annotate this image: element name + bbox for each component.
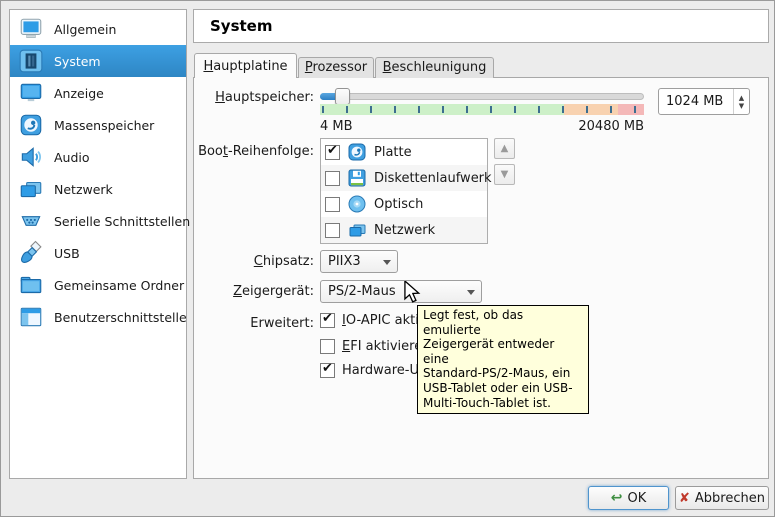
sidebar-item-massenspeicher[interactable]: Massenspeicher <box>10 109 186 141</box>
motherboard-tab-pane: Hauptspeicher: 4 MB 20480 MB 1024 MB ▲▼ … <box>193 77 769 479</box>
boot-item-label: Optisch <box>374 197 423 212</box>
arrow-up-icon: ▲ <box>501 143 509 154</box>
vm-settings-dialog: Allgemein System Anzeige Massenspeicher … <box>0 0 775 517</box>
boot-order-label: Boot-Reihenfolge: <box>194 144 314 159</box>
chevron-down-icon <box>467 290 475 295</box>
sidebar-item-label: Anzeige <box>54 86 104 101</box>
hardware-clock-checkbox[interactable] <box>320 363 335 378</box>
slider-groove[interactable] <box>320 93 644 100</box>
sidebar-item-label: Benutzerschnittstelle <box>54 310 187 325</box>
sidebar-item-benutzerschnittstelle[interactable]: Benutzerschnittstelle <box>10 301 186 333</box>
mouse-cursor-icon <box>403 281 423 303</box>
pointing-device-dropdown[interactable]: PS/2-Maus <box>320 280 482 303</box>
network-icon <box>18 176 44 202</box>
chipset-value: PIIX3 <box>328 254 361 269</box>
settings-category-list: Allgemein System Anzeige Massenspeicher … <box>9 9 187 479</box>
sidebar-item-allgemein[interactable]: Allgemein <box>10 13 186 45</box>
boot-item-diskettenlaufwerk[interactable]: Diskettenlaufwerk <box>321 165 487 191</box>
serial-ports-icon <box>18 208 44 234</box>
boot-item-label: Diskettenlaufwerk <box>374 171 492 186</box>
boot-checkbox[interactable] <box>325 223 340 238</box>
boot-move-up-button[interactable]: ▲ <box>494 138 515 159</box>
memory-scale <box>320 104 644 115</box>
boot-item-platte[interactable]: Platte <box>321 139 487 165</box>
io-apic-checkbox-row[interactable]: IO-APIC aktivi <box>320 313 430 328</box>
memory-label: Hauptspeicher: <box>194 90 314 105</box>
sidebar-item-label: Gemeinsame Ordner <box>54 278 184 293</box>
advanced-label: Erweitert: <box>194 316 314 331</box>
ok-button-label: OK <box>627 491 646 506</box>
boot-order-list: Platte Diskettenlaufwerk Optisch Netzwer… <box>320 138 488 244</box>
sidebar-item-usb[interactable]: USB <box>10 237 186 269</box>
sidebar-item-label: Massenspeicher <box>54 118 154 133</box>
sidebar-item-gemeinsame-ordner[interactable]: Gemeinsame Ordner <box>10 269 186 301</box>
user-interface-icon <box>18 304 44 330</box>
tab-hauptplatine[interactable]: Hauptplatine <box>194 53 297 78</box>
floppy-icon <box>347 168 367 188</box>
optical-disc-icon <box>347 194 367 214</box>
sidebar-item-audio[interactable]: Audio <box>10 141 186 173</box>
system-icon <box>18 48 44 74</box>
sidebar-item-netzwerk[interactable]: Netzwerk <box>10 173 186 205</box>
cancel-button[interactable]: ✘ Abbrechen <box>675 486 769 510</box>
network-icon <box>347 220 367 240</box>
chipset-dropdown[interactable]: PIIX3 <box>320 250 398 273</box>
chevron-down-icon <box>383 260 391 265</box>
boot-checkbox[interactable] <box>325 171 340 186</box>
spin-up-icon[interactable]: ▲ <box>734 94 749 102</box>
boot-item-optisch[interactable]: Optisch <box>321 191 487 217</box>
audio-icon <box>18 144 44 170</box>
ok-button[interactable]: ↩ OK <box>588 486 669 510</box>
sidebar-item-label: System <box>54 54 101 69</box>
cancel-x-icon: ✘ <box>679 491 690 506</box>
page-title: System <box>210 17 272 35</box>
sidebar-item-label: Serielle Schnittstellen <box>54 214 190 229</box>
sidebar-item-anzeige[interactable]: Anzeige <box>10 77 186 109</box>
memory-spin-buttons[interactable]: ▲▼ <box>733 89 749 114</box>
display-icon <box>18 80 44 106</box>
efi-checkbox[interactable] <box>320 339 335 354</box>
boot-checkbox[interactable] <box>325 145 340 160</box>
sidebar-item-label: Allgemein <box>54 22 116 37</box>
shared-folders-icon <box>18 272 44 298</box>
memory-value: 1024 MB <box>659 94 733 109</box>
hardware-clock-label: Hardware-Uh <box>342 363 427 378</box>
spin-down-icon[interactable]: ▼ <box>734 102 749 110</box>
io-apic-checkbox[interactable] <box>320 313 335 328</box>
sidebar-item-label: Audio <box>54 150 90 165</box>
memory-slider[interactable] <box>320 87 644 105</box>
tab-beschleunigung[interactable]: Beschleunigung <box>375 57 494 78</box>
pointing-device-tooltip: Legt fest, ob das emulierte Zeigergerät … <box>417 305 589 414</box>
hard-disk-icon <box>347 142 367 162</box>
arrow-down-icon: ▼ <box>501 169 509 180</box>
boot-item-netzwerk[interactable]: Netzwerk <box>321 217 487 243</box>
pointing-device-value: PS/2-Maus <box>328 284 396 299</box>
boot-item-label: Platte <box>374 145 412 160</box>
memory-spinbox[interactable]: 1024 MB ▲▼ <box>658 88 750 115</box>
cancel-button-label: Abbrechen <box>695 491 765 506</box>
memory-max-label: 20480 MB <box>320 119 644 134</box>
page-header: System <box>193 9 769 43</box>
pointing-device-label: Zeigergerät: <box>194 284 314 299</box>
general-icon <box>18 16 44 42</box>
tab-prozessor[interactable]: Prozessor <box>298 57 374 78</box>
efi-checkbox-row[interactable]: EFI aktivieren <box>320 339 430 354</box>
boot-move-down-button[interactable]: ▼ <box>494 164 515 185</box>
sidebar-item-label: USB <box>54 246 80 261</box>
usb-icon <box>18 240 44 266</box>
sidebar-item-serielle-schnittstellen[interactable]: Serielle Schnittstellen <box>10 205 186 237</box>
sidebar-item-system[interactable]: System <box>10 45 186 77</box>
chipset-label: Chipsatz: <box>194 254 314 269</box>
hardware-clock-checkbox-row[interactable]: Hardware-Uh <box>320 363 427 378</box>
slider-handle[interactable] <box>335 88 350 105</box>
storage-icon <box>18 112 44 138</box>
ok-arrow-icon: ↩ <box>611 490 623 506</box>
boot-item-label: Netzwerk <box>374 223 435 238</box>
boot-checkbox[interactable] <box>325 197 340 212</box>
scale-ticks <box>322 106 642 113</box>
sidebar-item-label: Netzwerk <box>54 182 113 197</box>
